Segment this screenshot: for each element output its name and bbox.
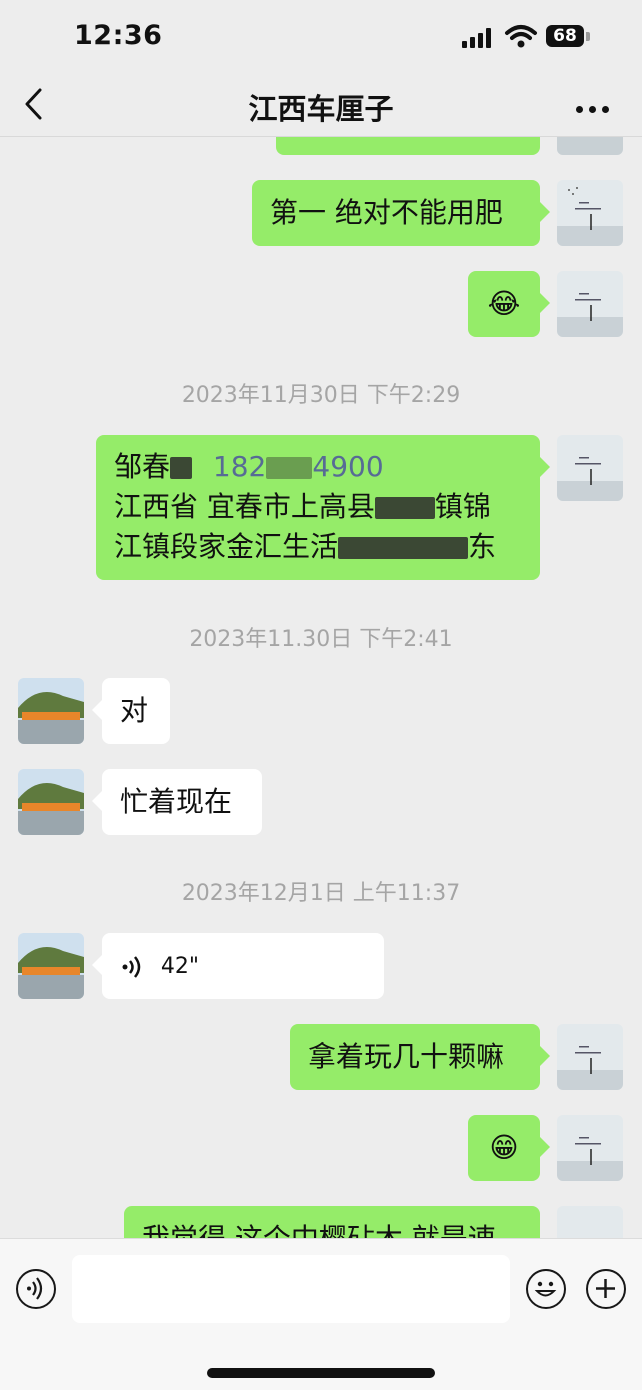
more-dots-icon[interactable] xyxy=(576,98,618,113)
laughing-emoji-icon: 😂 xyxy=(487,287,521,320)
voice-duration: 42" xyxy=(160,954,200,979)
message-line: 江镇段家金汇生活东 xyxy=(114,530,497,563)
my-avatar[interactable] xyxy=(557,180,623,246)
message-text: 第一 绝对不能用肥 xyxy=(270,196,503,229)
phone-link[interactable]: 182 xyxy=(213,450,266,483)
message-line: 江西省 宜春市上高县 镇锦 xyxy=(114,490,491,523)
message-bubble[interactable]: 第一 绝对不能用肥 xyxy=(252,180,550,246)
message-list[interactable]: 第一 绝对不能用肥 😂 2023年11月30日 下午2:29 邹春 182 490… xyxy=(0,137,642,1238)
message-bubble-address[interactable]: 邹春 182 4900 江西省 宜春市上高县 镇锦 江镇段家金汇生活东 xyxy=(96,435,550,580)
status-bar: 12:36 68 xyxy=(0,0,642,70)
message-bubble[interactable]: 拿着玩几十颗嘛 xyxy=(290,1024,550,1090)
message-input[interactable] xyxy=(72,1255,510,1323)
message-line: 邹春 182 4900 xyxy=(114,450,384,483)
timestamp: 2023年11.30日 下午2:41 xyxy=(189,627,453,652)
voice-message[interactable]: 42" xyxy=(92,933,384,999)
message-text: 我觉得 这个中樱砧木 就是速 xyxy=(142,1222,496,1238)
emoji-icon[interactable] xyxy=(526,1269,566,1309)
grinning-emoji-icon: 😁 xyxy=(489,1131,519,1164)
timestamp: 2023年11月30日 下午2:29 xyxy=(181,383,461,408)
chat-header: 江西车厘子 xyxy=(0,70,642,137)
plus-icon[interactable] xyxy=(586,1269,626,1309)
message-bubble[interactable]: 我觉得 这个中樱砧木 就是速 xyxy=(124,1206,540,1238)
my-avatar[interactable] xyxy=(557,271,623,337)
contact-avatar[interactable] xyxy=(18,678,84,744)
voice-wave-icon xyxy=(122,956,141,978)
wifi-icon xyxy=(505,25,537,48)
battery-cap xyxy=(586,32,590,41)
contact-avatar[interactable] xyxy=(18,933,84,999)
my-avatar[interactable] xyxy=(557,1024,623,1090)
my-avatar[interactable] xyxy=(557,1206,623,1238)
contact-avatar[interactable] xyxy=(18,769,84,835)
cellular-signal-icon xyxy=(462,26,496,48)
message-bubble[interactable]: 忙着现在 xyxy=(92,769,262,835)
my-avatar[interactable] xyxy=(557,1115,623,1181)
clock: 12:36 xyxy=(74,20,163,51)
voice-input-icon[interactable] xyxy=(16,1269,56,1309)
home-indicator[interactable] xyxy=(207,1368,435,1378)
message-bubble-partial[interactable] xyxy=(276,137,540,155)
message-text: 拿着玩几十颗嘛 xyxy=(308,1040,505,1073)
emoji-bubble[interactable]: 😂 xyxy=(468,271,550,337)
message-text: 忙着现在 xyxy=(120,785,233,818)
chat-title: 江西车厘子 xyxy=(248,92,394,126)
timestamp: 2023年12月1日 上午11:37 xyxy=(181,881,461,906)
phone-link[interactable]: 4900 xyxy=(312,450,383,483)
my-avatar[interactable] xyxy=(557,435,623,501)
battery-indicator: 68 xyxy=(546,25,584,47)
emoji-bubble[interactable]: 😁 xyxy=(468,1115,550,1181)
my-avatar[interactable] xyxy=(557,137,623,155)
message-bubble[interactable]: 对 xyxy=(92,678,170,744)
message-text: 对 xyxy=(120,694,149,727)
